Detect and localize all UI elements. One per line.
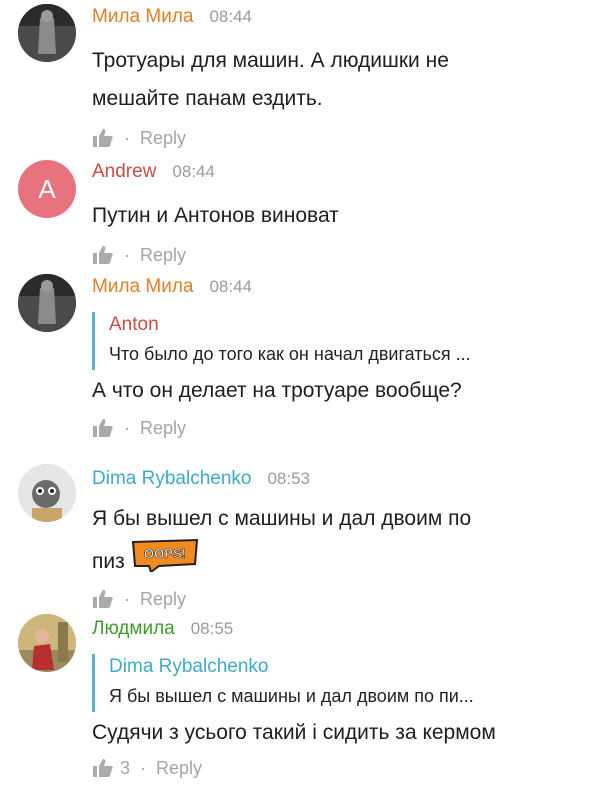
comment-time: 08:44 — [209, 7, 253, 26]
avatar-photo-icon — [18, 274, 76, 332]
comment-author[interactable]: Людмила — [92, 618, 175, 640]
comment-time: 08:44 — [209, 277, 253, 296]
sticker[interactable]: OOPS! — [129, 538, 201, 585]
separator-dot: · — [140, 757, 147, 778]
likes-count: 3 — [120, 757, 131, 778]
comment-text: Тротуары для машин. А людишки не мешайте… — [92, 42, 579, 118]
quote-author: Dima Rybalchenko — [109, 656, 269, 677]
avatar-letter: A — [38, 173, 56, 204]
avatar-photo-icon — [18, 4, 76, 62]
like-icon[interactable] — [92, 758, 114, 778]
like-icon[interactable] — [92, 418, 114, 438]
comment-text-line: А что он делает на тротуаре вообще? — [92, 379, 462, 402]
comment-author[interactable]: Dima Rybalchenko — [92, 468, 251, 490]
like-icon[interactable] — [92, 245, 114, 265]
comment-text: А что он делает на тротуаре вообще? — [92, 372, 579, 410]
comment-author[interactable]: Мила Мила — [92, 276, 193, 298]
comment-author[interactable]: Мила Мила — [92, 6, 193, 28]
avatar[interactable] — [18, 274, 76, 332]
reply-button[interactable]: Reply — [140, 128, 186, 149]
comment-author[interactable]: Andrew — [92, 161, 156, 183]
like-icon[interactable] — [92, 589, 114, 609]
avatar-photo-icon — [18, 464, 76, 522]
reply-button[interactable]: Reply — [140, 418, 186, 439]
avatar[interactable]: A — [18, 160, 76, 218]
comment-time: 08:53 — [267, 469, 311, 488]
sticker-text: OOPS! — [144, 546, 186, 561]
quote-text: Что было до того как он начал двигаться … — [109, 344, 471, 364]
comment-time: 08:55 — [190, 619, 234, 638]
comment-time: 08:44 — [172, 162, 215, 181]
quote-author: Anton — [109, 314, 159, 335]
like-icon[interactable] — [92, 128, 114, 148]
separator-dot: · — [124, 244, 130, 265]
comment-text-line: Судячи з усього такий і сидить за кермом — [92, 721, 496, 744]
reply-button[interactable]: Reply — [140, 589, 186, 610]
comment-text: Я бы вышел с машины и дал двоим по пиз O… — [92, 500, 579, 585]
separator-dot: · — [124, 127, 130, 148]
avatar-photo-icon — [18, 614, 76, 672]
separator-dot: · — [124, 417, 130, 438]
comment-text: Судячи з усього такий і сидить за кермом — [92, 714, 579, 752]
comment-text-line: пиз — [92, 549, 125, 573]
quoted-reply[interactable]: Anton Что было до того как он начал двиг… — [92, 312, 579, 370]
oops-sticker-icon: OOPS! — [131, 538, 198, 574]
avatar[interactable] — [18, 464, 76, 522]
comment-text: Путин и Антонов виноват — [92, 197, 579, 235]
comment-text-line: Путин и Антонов виноват — [92, 204, 339, 227]
avatar[interactable] — [18, 4, 76, 62]
quoted-reply[interactable]: Dima Rybalchenko Я бы вышел с машины и д… — [92, 654, 579, 712]
comment-text-line-wrapper: пиз OOPS! — [92, 538, 579, 585]
quote-text: Я бы вышел с машины и дал двоим по пи... — [109, 686, 474, 706]
reply-button[interactable]: Reply — [156, 758, 202, 779]
avatar[interactable] — [18, 614, 76, 672]
comment-text-line: мешайте панам ездить. — [92, 87, 323, 110]
comment-text-line: Я бы вышел с машины и дал двоим по — [92, 507, 472, 530]
reply-button[interactable]: Reply — [140, 245, 186, 266]
separator-dot: · — [124, 588, 130, 609]
comment-text-line: Тротуары для машин. А людишки не — [92, 49, 449, 72]
